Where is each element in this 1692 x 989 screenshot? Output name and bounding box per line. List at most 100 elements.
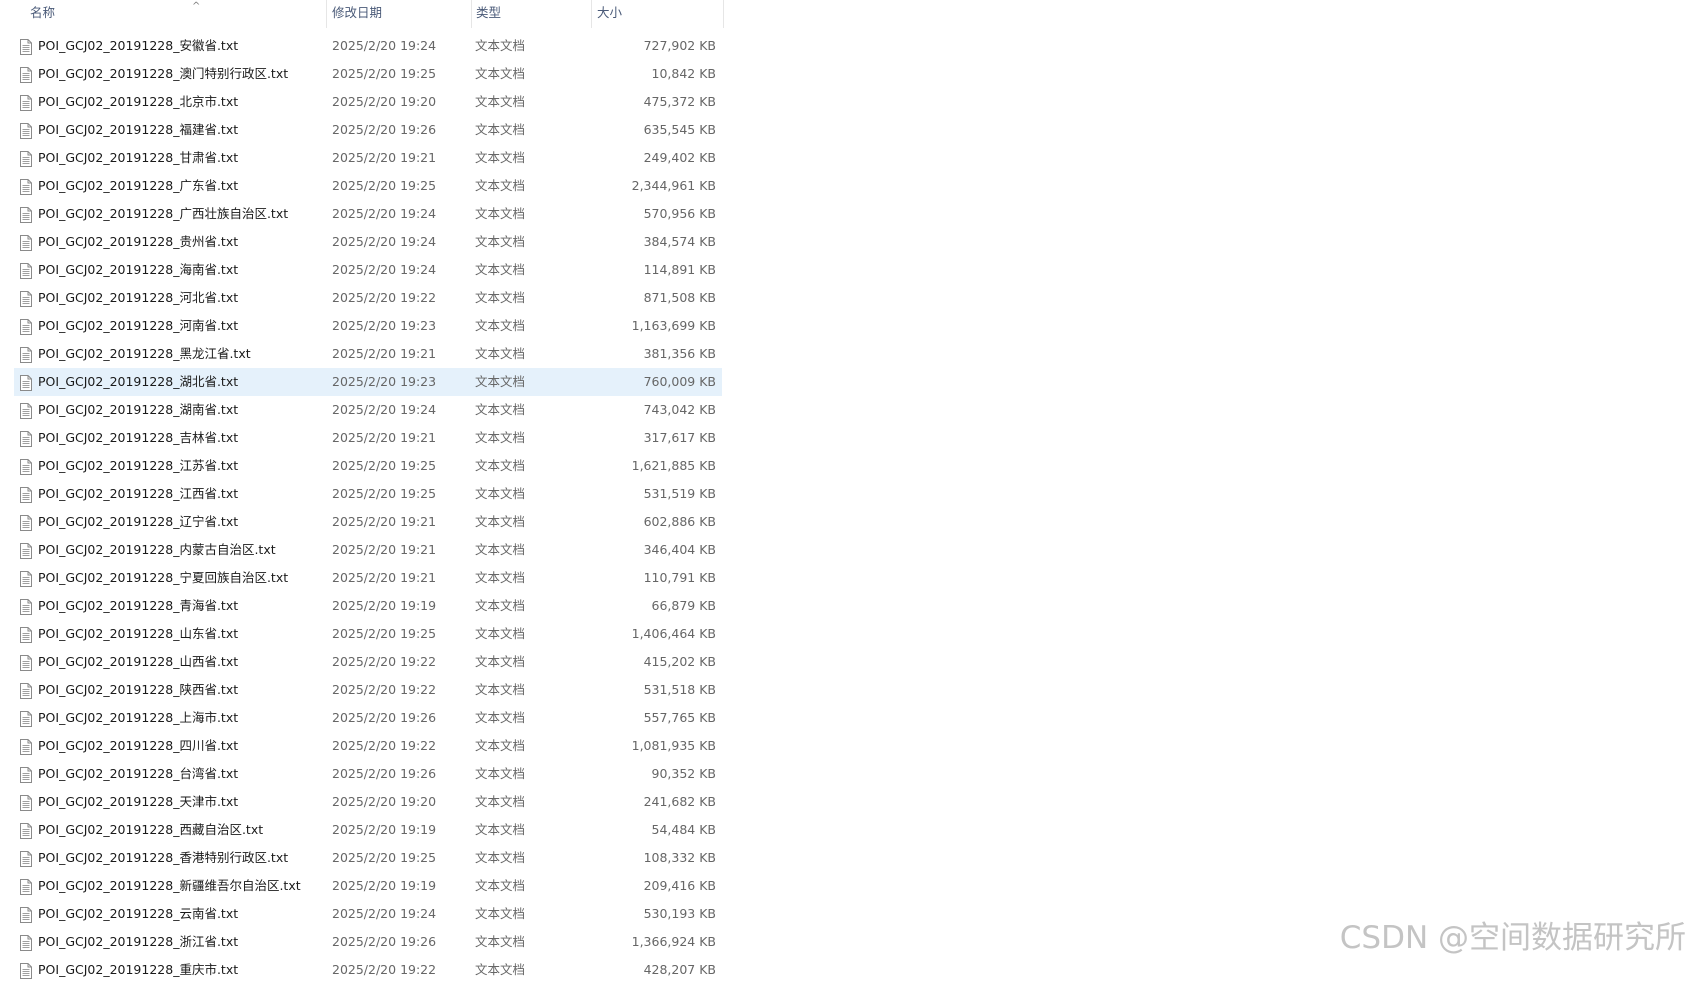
file-row[interactable]: POI_GCJ02_20191228_香港特别行政区.txt 2025/2/20 … [14,844,722,872]
text-file-icon [20,65,32,83]
column-header-type[interactable]: 类型 [471,0,592,28]
file-modified-date: 2025/2/20 19:22 [332,654,437,669]
text-file-icon [20,93,32,111]
file-name: POI_GCJ02_20191228_宁夏回族自治区.txt [38,570,289,585]
column-header-name[interactable]: 名称 ^ [22,0,327,28]
file-row[interactable]: POI_GCJ02_20191228_宁夏回族自治区.txt 2025/2/20 … [14,564,722,592]
file-size: 241,682 KB [643,794,716,809]
file-modified-date: 2025/2/20 19:21 [332,542,437,557]
file-modified-date: 2025/2/20 19:23 [332,318,437,333]
file-type: 文本文档 [475,430,526,445]
file-row[interactable]: POI_GCJ02_20191228_云南省.txt 2025/2/20 19:2… [14,900,722,928]
file-name: POI_GCJ02_20191228_香港特别行政区.txt [38,850,289,865]
file-explorer: 名称 ^ 修改日期 类型 大小 POI_GCJ02_20191228_安徽省.t… [0,0,1692,981]
file-row[interactable]: POI_GCJ02_20191228_广西壮族自治区.txt 2025/2/20 … [14,200,722,228]
text-file-icon [20,821,32,839]
file-name: POI_GCJ02_20191228_重庆市.txt [38,962,239,977]
file-row[interactable]: POI_GCJ02_20191228_北京市.txt 2025/2/20 19:2… [14,88,722,116]
text-file-icon [20,569,32,587]
file-modified-date: 2025/2/20 19:26 [332,766,437,781]
file-size: 760,009 KB [643,374,716,389]
file-type: 文本文档 [475,822,526,837]
file-row[interactable]: POI_GCJ02_20191228_河南省.txt 2025/2/20 19:2… [14,312,722,340]
file-modified-date: 2025/2/20 19:26 [332,934,437,949]
file-row[interactable]: POI_GCJ02_20191228_澳门特别行政区.txt 2025/2/20 … [14,60,722,88]
file-size: 871,508 KB [643,290,716,305]
file-row[interactable]: POI_GCJ02_20191228_山东省.txt 2025/2/20 19:2… [14,620,722,648]
file-row[interactable]: POI_GCJ02_20191228_天津市.txt 2025/2/20 19:2… [14,788,722,816]
file-modified-date: 2025/2/20 19:24 [332,262,437,277]
file-name: POI_GCJ02_20191228_澳门特别行政区.txt [38,66,289,81]
text-file-icon [20,401,32,419]
column-header-bar: 名称 ^ 修改日期 类型 大小 [0,0,724,28]
file-name: POI_GCJ02_20191228_河南省.txt [38,318,239,333]
text-file-icon [20,317,32,335]
text-file-icon [20,905,32,923]
file-size: 384,574 KB [643,234,716,249]
file-row[interactable]: POI_GCJ02_20191228_西藏自治区.txt 2025/2/20 19… [14,816,722,844]
file-size: 635,545 KB [643,122,716,137]
file-size: 249,402 KB [643,150,716,165]
file-modified-date: 2025/2/20 19:24 [332,906,437,921]
file-row[interactable]: POI_GCJ02_20191228_甘肃省.txt 2025/2/20 19:2… [14,144,722,172]
file-size: 108,332 KB [643,850,716,865]
file-row[interactable]: POI_GCJ02_20191228_台湾省.txt 2025/2/20 19:2… [14,760,722,788]
file-type: 文本文档 [475,654,526,669]
file-size: 602,886 KB [643,514,716,529]
file-type: 文本文档 [475,290,526,305]
file-name: POI_GCJ02_20191228_安徽省.txt [38,38,239,53]
file-size: 2,344,961 KB [631,178,716,193]
file-row[interactable]: POI_GCJ02_20191228_江苏省.txt 2025/2/20 19:2… [14,452,722,480]
column-header-size[interactable]: 大小 [591,0,724,28]
file-row[interactable]: POI_GCJ02_20191228_山西省.txt 2025/2/20 19:2… [14,648,722,676]
file-size: 531,518 KB [643,682,716,697]
text-file-icon [20,373,32,391]
file-row[interactable]: POI_GCJ02_20191228_吉林省.txt 2025/2/20 19:2… [14,424,722,452]
file-row[interactable]: POI_GCJ02_20191228_内蒙古自治区.txt 2025/2/20 1… [14,536,722,564]
file-name: POI_GCJ02_20191228_广西壮族自治区.txt [38,206,289,221]
file-type: 文本文档 [475,962,526,977]
file-row[interactable]: POI_GCJ02_20191228_重庆市.txt 2025/2/20 19:2… [14,956,722,984]
text-file-icon [20,485,32,503]
file-row[interactable]: POI_GCJ02_20191228_浙江省.txt 2025/2/20 19:2… [14,928,722,956]
file-type: 文本文档 [475,598,526,613]
file-row[interactable]: POI_GCJ02_20191228_广东省.txt 2025/2/20 19:2… [14,172,722,200]
file-size: 114,891 KB [643,262,716,277]
file-row[interactable]: POI_GCJ02_20191228_海南省.txt 2025/2/20 19:2… [14,256,722,284]
file-row[interactable]: POI_GCJ02_20191228_河北省.txt 2025/2/20 19:2… [14,284,722,312]
file-name: POI_GCJ02_20191228_黑龙江省.txt [38,346,251,361]
text-file-icon [20,737,32,755]
file-row[interactable]: POI_GCJ02_20191228_黑龙江省.txt 2025/2/20 19:… [14,340,722,368]
column-header-date[interactable]: 修改日期 [326,0,472,28]
file-row[interactable]: POI_GCJ02_20191228_福建省.txt 2025/2/20 19:2… [14,116,722,144]
file-size: 66,879 KB [651,598,716,613]
file-size: 557,765 KB [643,710,716,725]
file-modified-date: 2025/2/20 19:25 [332,626,437,641]
file-row[interactable]: POI_GCJ02_20191228_陕西省.txt 2025/2/20 19:2… [14,676,722,704]
file-type: 文本文档 [475,514,526,529]
text-file-icon [20,261,32,279]
file-size: 1,366,924 KB [631,934,716,949]
file-size: 1,621,885 KB [631,458,716,473]
text-file-icon [20,233,32,251]
file-modified-date: 2025/2/20 19:20 [332,794,437,809]
file-row[interactable]: POI_GCJ02_20191228_辽宁省.txt 2025/2/20 19:2… [14,508,722,536]
file-row[interactable]: POI_GCJ02_20191228_江西省.txt 2025/2/20 19:2… [14,480,722,508]
file-name: POI_GCJ02_20191228_北京市.txt [38,94,239,109]
file-modified-date: 2025/2/20 19:26 [332,122,437,137]
file-type: 文本文档 [475,458,526,473]
file-row[interactable]: POI_GCJ02_20191228_新疆维吾尔自治区.txt 2025/2/20… [14,872,722,900]
file-row[interactable]: POI_GCJ02_20191228_上海市.txt 2025/2/20 19:2… [14,704,722,732]
file-type: 文本文档 [475,794,526,809]
file-row[interactable]: POI_GCJ02_20191228_湖南省.txt 2025/2/20 19:2… [14,396,722,424]
file-size: 381,356 KB [643,346,716,361]
file-type: 文本文档 [475,262,526,277]
file-modified-date: 2025/2/20 19:22 [332,682,437,697]
file-size: 531,519 KB [643,486,716,501]
file-name: POI_GCJ02_20191228_贵州省.txt [38,234,239,249]
file-row[interactable]: POI_GCJ02_20191228_贵州省.txt 2025/2/20 19:2… [14,228,722,256]
file-row[interactable]: POI_GCJ02_20191228_四川省.txt 2025/2/20 19:2… [14,732,722,760]
file-row[interactable]: POI_GCJ02_20191228_湖北省.txt 2025/2/20 19:2… [14,368,722,396]
file-row[interactable]: POI_GCJ02_20191228_安徽省.txt 2025/2/20 19:2… [14,32,722,60]
file-row[interactable]: POI_GCJ02_20191228_青海省.txt 2025/2/20 19:1… [14,592,722,620]
